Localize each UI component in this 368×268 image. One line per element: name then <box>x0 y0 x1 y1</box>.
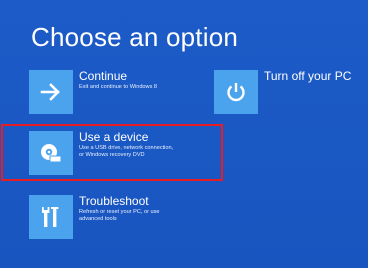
turn-off-title: Turn off your PC <box>264 69 352 83</box>
use-device-text: Use a device Use a USB drive, network co… <box>79 131 173 159</box>
use-device-tile[interactable] <box>29 131 73 175</box>
power-icon <box>227 83 245 102</box>
continue-tile[interactable] <box>29 70 73 114</box>
turn-off-tile[interactable] <box>214 70 258 114</box>
recovery-screen: Choose an option Continue Exit and conti… <box>0 0 368 268</box>
disc-drive-icon <box>41 144 62 163</box>
troubleshoot-description-1: Refresh or reset your PC, or use <box>79 209 160 215</box>
continue-text: Continue Exit and continue to Windows 8 <box>79 70 157 91</box>
tools-icon <box>42 207 59 227</box>
use-device-description-1: Use a USB drive, network connection, <box>79 145 174 151</box>
use-device-option[interactable]: Use a device Use a USB drive, network co… <box>29 131 189 175</box>
page-title: Choose an option <box>31 22 239 52</box>
troubleshoot-text: Troubleshoot Refresh or reset your PC, o… <box>79 195 160 223</box>
troubleshoot-title: Troubleshoot <box>79 194 149 208</box>
continue-description: Exit and continue to Windows 8 <box>79 84 158 90</box>
troubleshoot-description-2: advanced tools <box>79 216 117 222</box>
use-device-description-2: or Windows recovery DVD <box>79 152 145 158</box>
use-device-title: Use a device <box>79 130 149 144</box>
turn-off-text: Turn off your PC <box>264 70 351 83</box>
arrow-right-icon <box>40 83 60 101</box>
continue-option[interactable]: Continue Exit and continue to Windows 8 <box>29 70 179 114</box>
troubleshoot-tile[interactable] <box>29 195 73 239</box>
troubleshoot-option[interactable]: Troubleshoot Refresh or reset your PC, o… <box>29 195 189 239</box>
continue-title: Continue <box>79 69 128 83</box>
turn-off-option[interactable]: Turn off your PC <box>214 70 364 114</box>
